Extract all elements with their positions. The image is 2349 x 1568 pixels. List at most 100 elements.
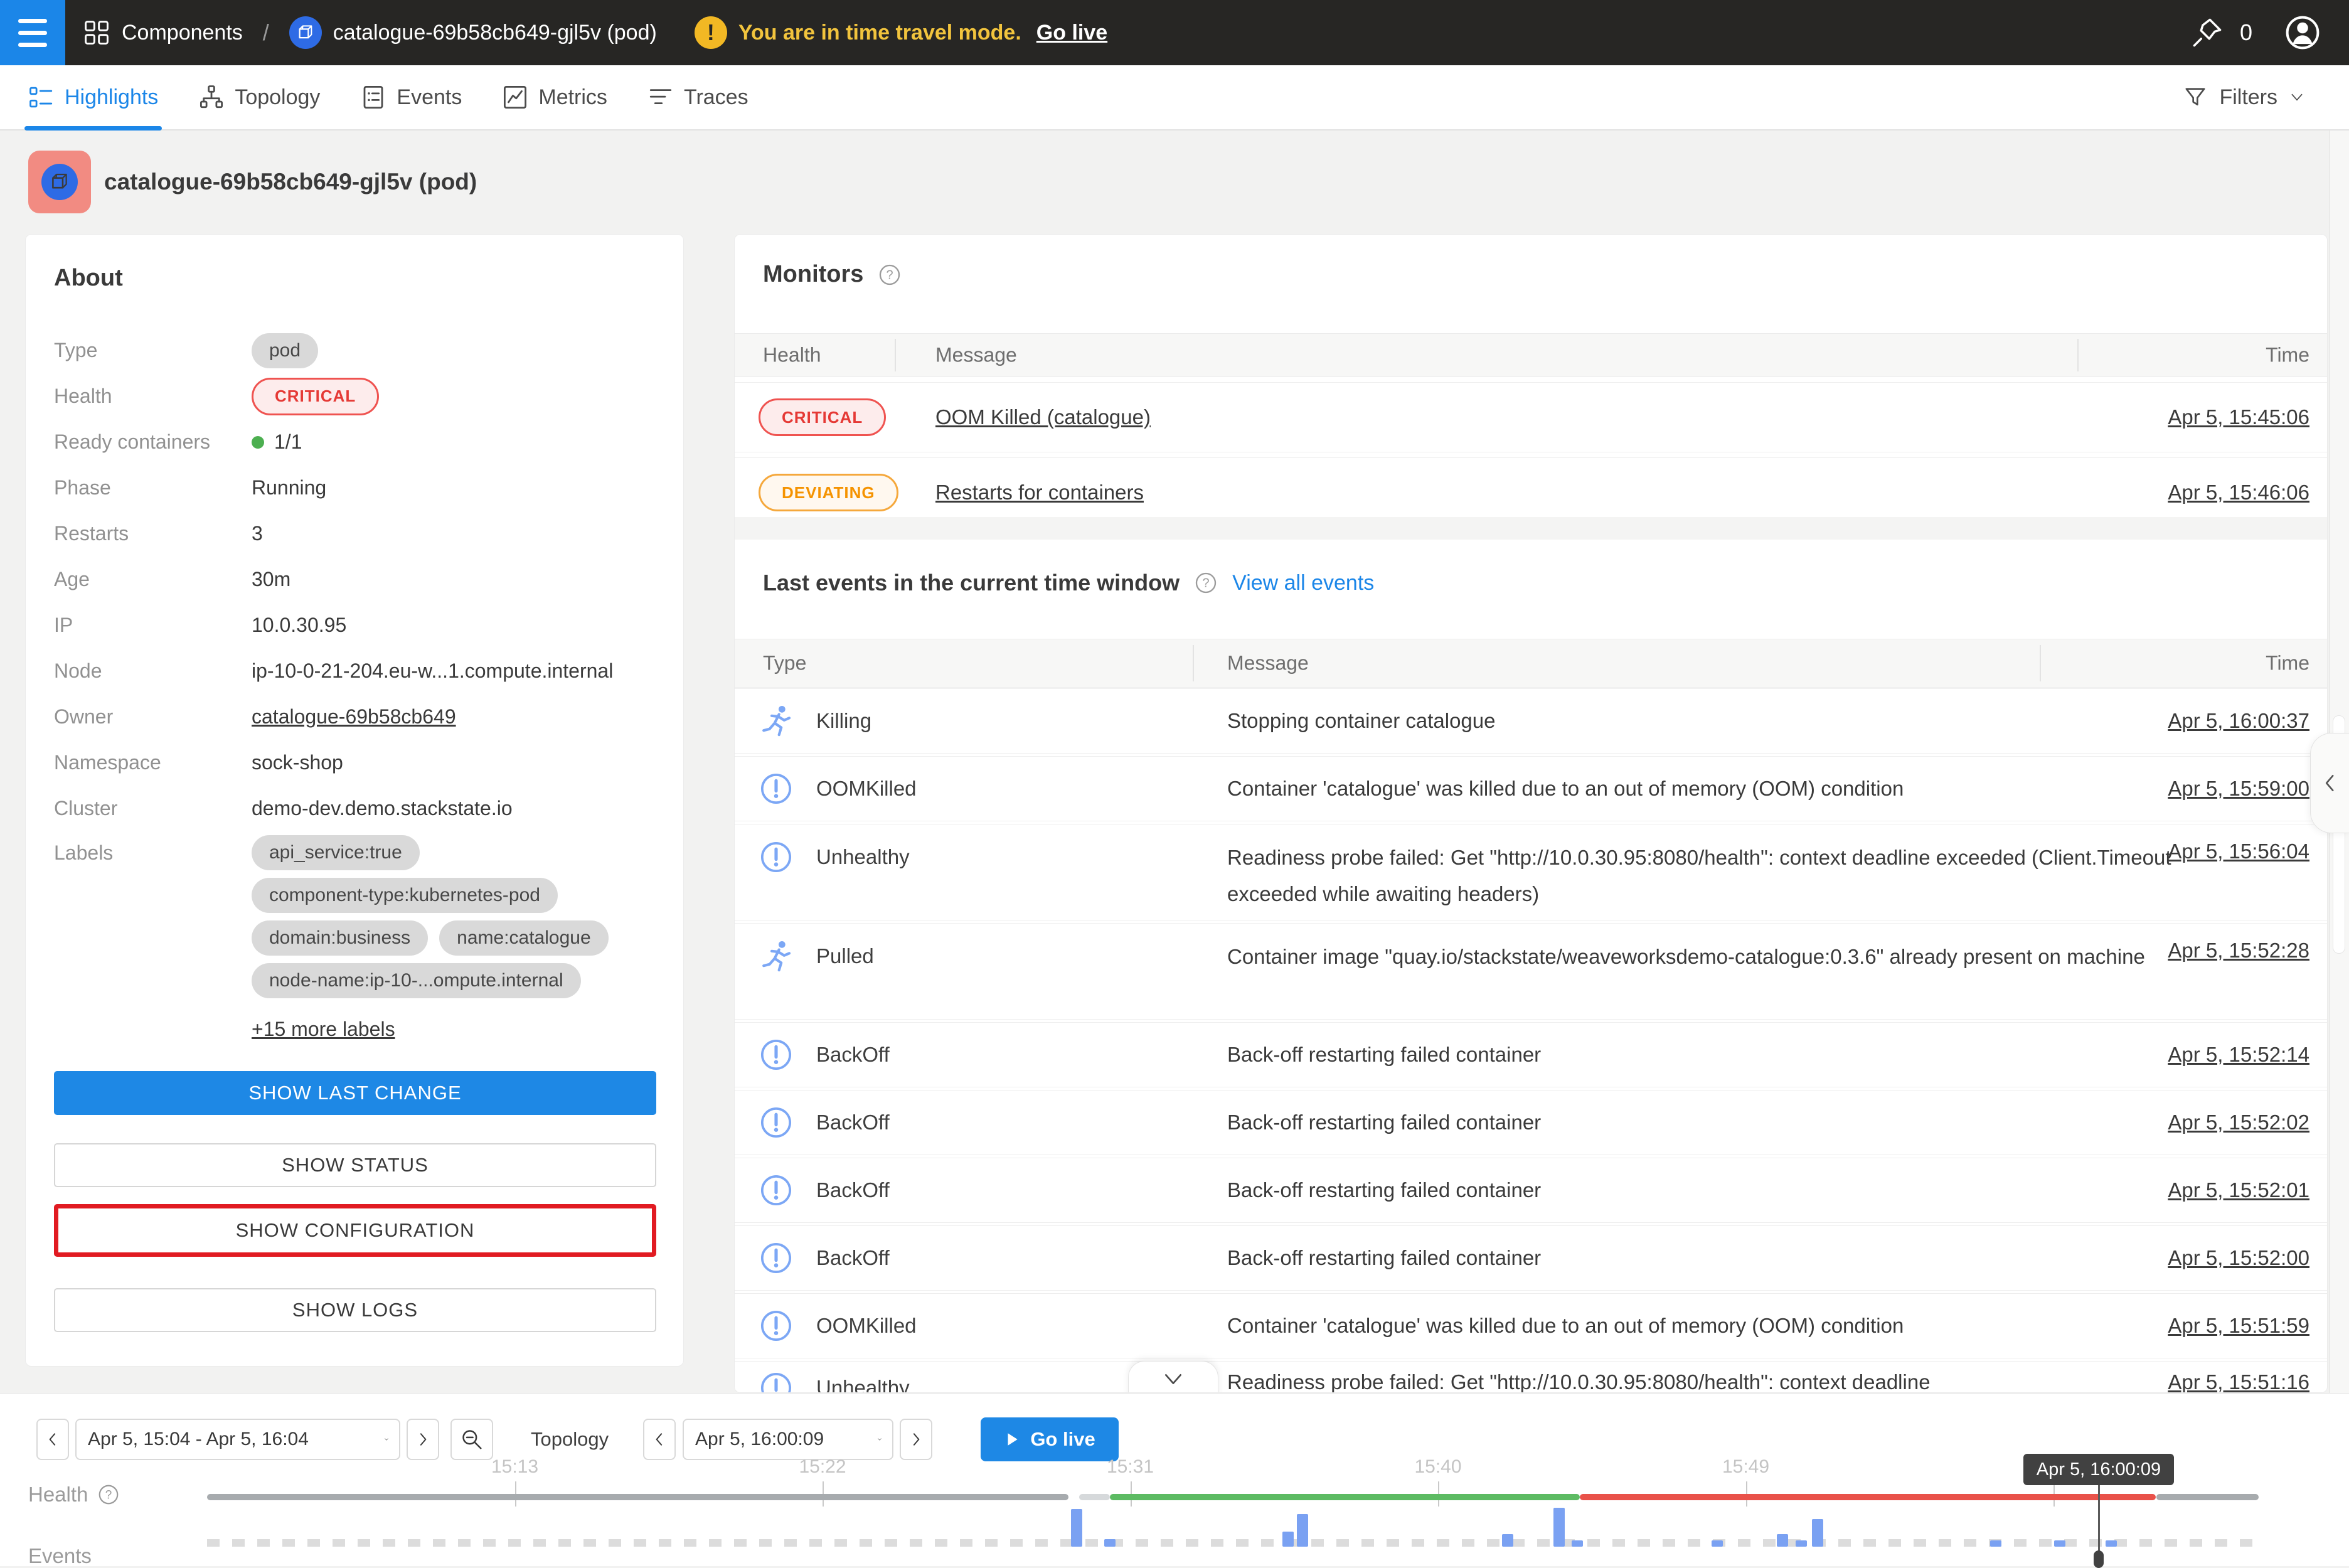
event-histogram-bar xyxy=(1502,1534,1513,1547)
about-field-namespace: Namespacesock-shop xyxy=(54,740,658,786)
event-message: Container image "quay.io/stackstate/weav… xyxy=(1227,939,2206,975)
tab-events[interactable]: Events xyxy=(360,65,462,129)
monitor-time-link[interactable]: Apr 5, 15:45:06 xyxy=(2168,405,2309,429)
about-card: About TypepodHealthCRITICALReady contain… xyxy=(25,234,684,1367)
breadcrumb-entity[interactable]: catalogue-69b58cb649-gjl5v (pod) xyxy=(333,21,657,45)
events-help-icon[interactable]: ? xyxy=(1193,570,1218,595)
event-time-link[interactable]: Apr 5, 15:52:28 xyxy=(2168,939,2309,963)
topology-time-select[interactable]: Apr 5, 16:00:09 xyxy=(683,1419,893,1460)
monitor-message-link[interactable]: Restarts for containers xyxy=(935,481,1144,504)
event-histogram-bar xyxy=(1990,1540,2001,1547)
go-live-button[interactable]: Go live xyxy=(981,1417,1119,1461)
label-chip-row: domain:businessname:catalogue xyxy=(252,920,609,956)
event-time-link[interactable]: Apr 5, 15:52:02 xyxy=(2168,1111,2309,1134)
monitors-help-icon[interactable]: ? xyxy=(877,262,902,287)
about-heading: About xyxy=(54,265,123,292)
event-row: UnhealthyReadiness probe failed: Get "ht… xyxy=(735,824,2327,920)
top-bar: Components / catalogue-69b58cb649-gjl5v … xyxy=(0,0,2349,65)
monitors-col-message: Message xyxy=(935,344,1017,367)
event-type: BackOff xyxy=(759,1173,890,1208)
tab-traces[interactable]: Traces xyxy=(647,65,748,129)
ready-dot xyxy=(252,436,264,449)
show-configuration-button[interactable]: SHOW CONFIGURATION xyxy=(54,1204,656,1257)
health-pill: CRITICAL xyxy=(252,378,379,415)
more-labels-link[interactable]: +15 more labels xyxy=(252,1018,395,1041)
timeline-tick-label: 15:13 xyxy=(465,1456,565,1478)
field-value: 10.0.30.95 xyxy=(252,614,346,637)
hamburger-menu-button[interactable] xyxy=(0,0,65,65)
label-chip: name:catalogue xyxy=(439,920,609,956)
show-logs-button[interactable]: SHOW LOGS xyxy=(54,1288,656,1332)
events-dash-line xyxy=(207,1539,2259,1547)
monitor-health-pill: CRITICAL xyxy=(759,398,886,436)
alert-icon xyxy=(759,1240,794,1276)
expand-side-panel-handle[interactable] xyxy=(2310,733,2349,833)
breadcrumb-components[interactable]: Components xyxy=(122,21,243,45)
event-time-link[interactable]: Apr 5, 15:51:59 xyxy=(2168,1314,2309,1338)
owner-link[interactable]: catalogue-69b58cb649 xyxy=(252,705,456,728)
tab-topology[interactable]: Topology xyxy=(198,65,320,129)
chevron-down-icon xyxy=(1161,1367,1186,1392)
range-prev-button[interactable] xyxy=(36,1419,69,1460)
time-prev-button[interactable] xyxy=(643,1419,676,1460)
range-next-button[interactable] xyxy=(407,1419,439,1460)
chevron-left-icon xyxy=(2318,771,2343,796)
events-icon xyxy=(360,84,386,110)
event-message: Container 'catalogue' was killed due to … xyxy=(1227,1314,2206,1338)
view-all-events-link[interactable]: View all events xyxy=(1232,571,1374,595)
monitors-table-header: Health Message Time xyxy=(735,333,2327,377)
pin-icon[interactable] xyxy=(2191,16,2224,49)
event-message: Back-off restarting failed container xyxy=(1227,1043,2206,1067)
event-message: Readiness probe failed: Get "http://10.0… xyxy=(1227,840,2206,912)
label-chip: api_service:true xyxy=(252,835,420,870)
event-row: BackOffBack-off restarting failed contai… xyxy=(735,1090,2327,1155)
field-label: Ready containers xyxy=(54,430,252,454)
monitor-time-link[interactable]: Apr 5, 15:46:06 xyxy=(2168,481,2309,504)
event-histogram-bar xyxy=(1071,1509,1082,1547)
user-avatar[interactable] xyxy=(2284,14,2321,51)
event-time-link[interactable]: Apr 5, 15:52:00 xyxy=(2168,1246,2309,1270)
event-histogram-bar xyxy=(1104,1539,1116,1547)
label-chip-row: node-name:ip-10-...ompute.internal xyxy=(252,963,609,998)
event-type: OOMKilled xyxy=(759,1308,917,1343)
label-chips: api_service:truecomponent-type:kubernete… xyxy=(252,835,609,998)
show-status-button[interactable]: SHOW STATUS xyxy=(54,1143,656,1187)
time-range-value: Apr 5, 15:04 - Apr 5, 16:04 xyxy=(77,1429,320,1450)
expand-events-button[interactable] xyxy=(1128,1361,1218,1393)
svg-text:?: ? xyxy=(1203,577,1210,590)
events-table-header: Type Message Time xyxy=(735,639,2327,688)
page-title: catalogue-69b58cb649-gjl5v (pod) xyxy=(104,151,477,213)
event-time-link[interactable]: Apr 5, 15:52:14 xyxy=(2168,1043,2309,1067)
breadcrumb-separator: / xyxy=(263,19,269,46)
health-segment-unknown xyxy=(2156,1494,2259,1500)
tab-highlights[interactable]: Highlights xyxy=(28,65,158,129)
event-histogram-bar xyxy=(2106,1540,2117,1547)
monitor-message-link[interactable]: OOM Killed (catalogue) xyxy=(935,405,1151,429)
show-last-change-button[interactable]: SHOW LAST CHANGE xyxy=(54,1071,656,1115)
health-help-icon[interactable]: ? xyxy=(97,1483,120,1507)
time-next-button[interactable] xyxy=(900,1419,932,1460)
event-type: Killing xyxy=(759,703,871,739)
about-field-age: Age30m xyxy=(54,557,658,602)
event-time-link[interactable]: Apr 5, 15:52:01 xyxy=(2168,1178,2309,1202)
time-range-select[interactable]: Apr 5, 15:04 - Apr 5, 16:04 xyxy=(75,1419,400,1460)
event-time-link[interactable]: Apr 5, 15:51:16 xyxy=(2168,1370,2309,1393)
filters-button[interactable]: Filters xyxy=(2183,65,2349,129)
tab-metrics[interactable]: Metrics xyxy=(502,65,607,129)
event-row: BackOffBack-off restarting failed contai… xyxy=(735,1158,2327,1223)
time-marker-handle[interactable] xyxy=(2094,1550,2104,1568)
event-row: OOMKilledContainer 'catalogue' was kille… xyxy=(735,756,2327,821)
event-time-link[interactable]: Apr 5, 16:00:37 xyxy=(2168,709,2309,733)
highlights-icon xyxy=(28,84,55,110)
metrics-icon xyxy=(502,84,528,110)
zoom-out-button[interactable] xyxy=(450,1419,493,1460)
event-row: BackOffBack-off restarting failed contai… xyxy=(735,1225,2327,1291)
event-type: BackOff xyxy=(759,1240,890,1276)
go-live-link[interactable]: Go live xyxy=(1036,21,1107,45)
breadcrumb: Components / catalogue-69b58cb649-gjl5v … xyxy=(83,16,657,49)
event-time-link[interactable]: Apr 5, 15:56:04 xyxy=(2168,840,2309,863)
field-label: Age xyxy=(54,568,252,591)
event-histogram-bar xyxy=(1777,1534,1788,1547)
about-field-ip: IP10.0.30.95 xyxy=(54,602,658,648)
event-time-link[interactable]: Apr 5, 15:59:00 xyxy=(2168,777,2309,801)
